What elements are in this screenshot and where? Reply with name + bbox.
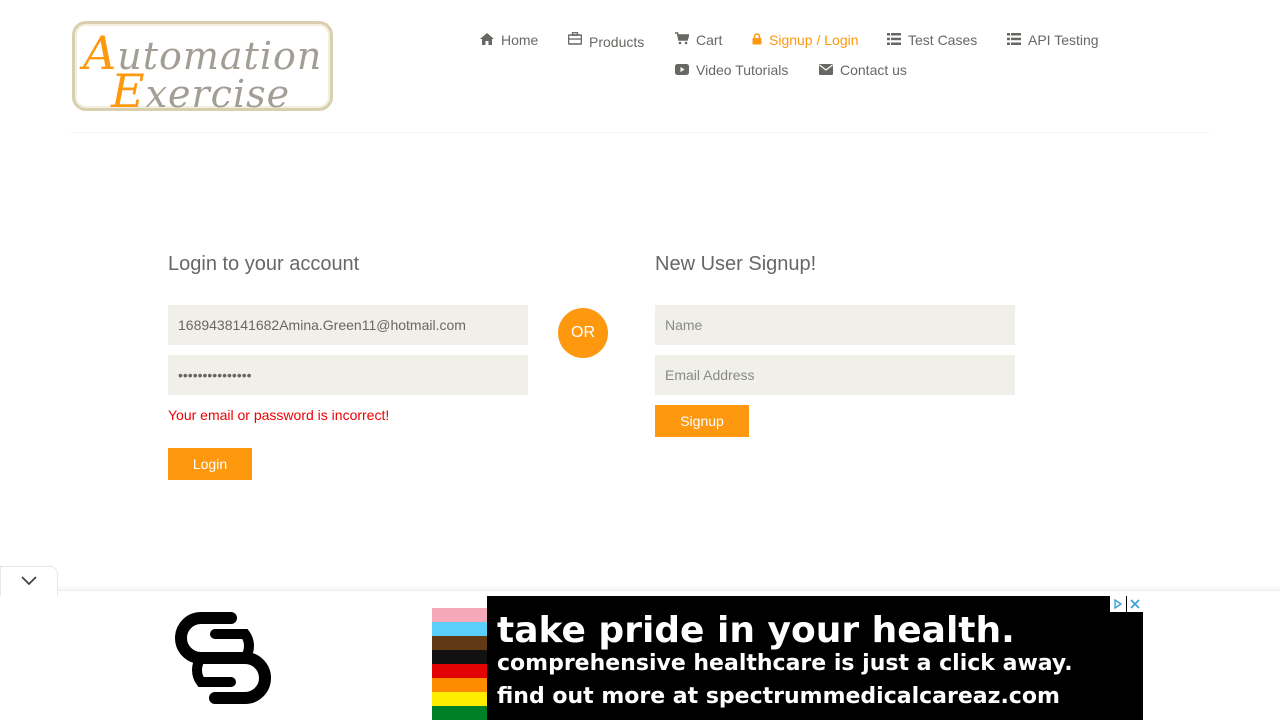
nav-signup-login[interactable]: Signup / Login [752, 30, 859, 50]
ad-subline: comprehensive healthcare is just a click… [497, 651, 1073, 676]
briefcase-icon [567, 32, 583, 48]
list-icon [887, 32, 901, 48]
login-title: Login to your account [168, 253, 360, 275]
logo-line-2-rest: xercise [145, 72, 291, 116]
ad-headline: take pride in your health. [497, 610, 1015, 651]
home-icon [480, 32, 494, 48]
header-divider [71, 132, 1209, 133]
logo-line-2: Exercise [111, 64, 290, 118]
nav-home[interactable]: Home [480, 30, 538, 50]
ad-banner[interactable]: take pride in your health. comprehensive… [137, 596, 1143, 720]
nav-home-label: Home [501, 32, 539, 48]
logo-line-2-capital: E [111, 64, 146, 118]
nav-video-tutorials[interactable]: Video Tutorials [675, 60, 788, 80]
nav-signup-login-label: Signup / Login [769, 32, 859, 48]
pride-flag-graphic [432, 608, 492, 720]
nav-contact-us[interactable]: Contact us [819, 60, 907, 80]
site-logo[interactable]: Automation Exercise [72, 21, 333, 118]
spectrum-logo-icon [161, 610, 285, 711]
login-password-field[interactable]: ••••••••••••••• [168, 355, 528, 395]
envelope-icon [819, 62, 833, 78]
nav-products[interactable]: Products [567, 30, 645, 50]
nav-products-label: Products [589, 34, 645, 50]
signup-button[interactable]: Signup [655, 405, 749, 437]
nav-video-tutorials-label: Video Tutorials [696, 62, 789, 78]
login-email-field[interactable]: 1689438141682Amina.Green11@hotmail.com [168, 305, 528, 345]
ad-cta-line: find out more at spectrummedicalcareaz.c… [497, 684, 1060, 709]
ad-controls [1110, 596, 1143, 612]
nav-test-cases-label: Test Cases [908, 32, 978, 48]
nav-api-testing[interactable]: API Testing [1007, 30, 1099, 50]
adchoices-icon[interactable] [1110, 596, 1126, 612]
ad-logo-area [137, 596, 432, 720]
close-icon[interactable] [1127, 596, 1143, 612]
nav-contact-us-label: Contact us [840, 62, 907, 78]
login-error-message: Your email or password is incorrect! [168, 407, 390, 423]
signup-title: New User Signup! [655, 253, 817, 275]
youtube-play-icon [675, 62, 689, 78]
nav-cart-label: Cart [696, 32, 723, 48]
login-button[interactable]: Login [168, 448, 252, 480]
lock-icon [752, 32, 762, 48]
ad-collapse-toggle[interactable] [0, 566, 58, 596]
nav-test-cases[interactable]: Test Cases [887, 30, 977, 50]
cart-icon [675, 32, 690, 48]
site-header: Automation Exercise Home Products Cart S… [0, 0, 1280, 133]
signup-email-field[interactable]: Email Address [655, 355, 1015, 395]
chevron-down-icon [21, 573, 37, 591]
list-icon [1007, 32, 1021, 48]
or-badge: OR [558, 308, 608, 358]
signup-name-field[interactable]: Name [655, 305, 1015, 345]
nav-cart[interactable]: Cart [675, 30, 722, 50]
nav-api-testing-label: API Testing [1028, 32, 1099, 48]
